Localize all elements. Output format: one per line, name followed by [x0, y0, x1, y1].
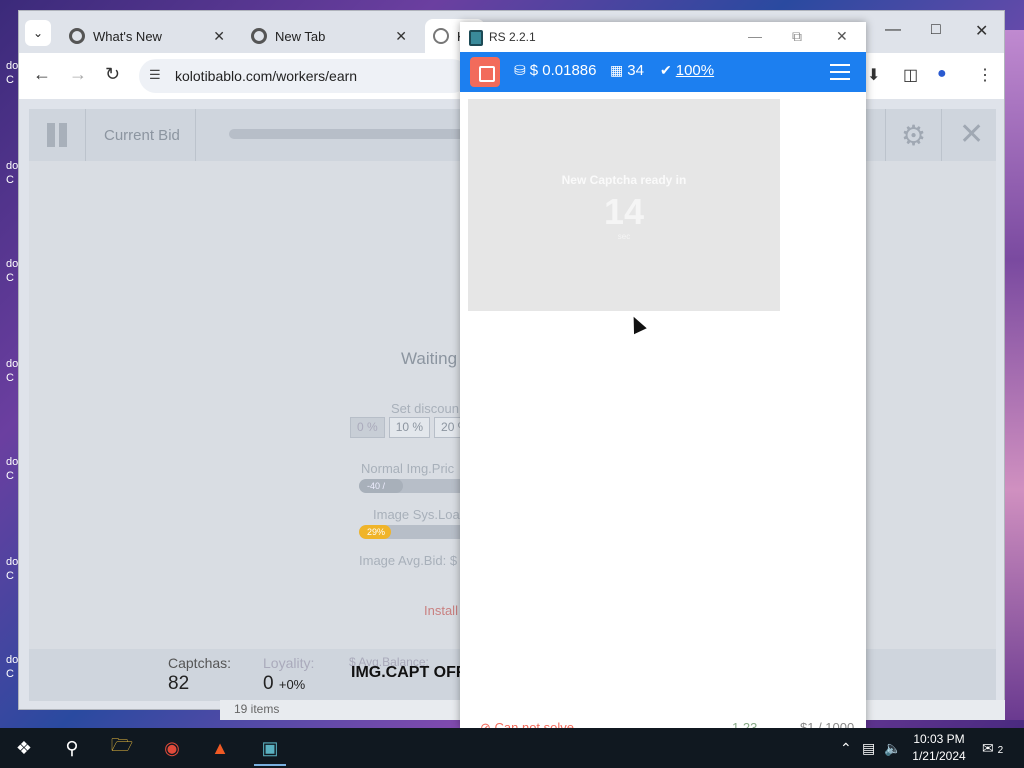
chevron-down-icon: ⌄	[32, 26, 44, 40]
more-menu-icon[interactable]: ⋮	[977, 65, 993, 85]
taskbar: ❖ ⚲ 🗁 ◉ ▲ ▣ ⌃ ▤ 🔈 10:03 PM 1/21/2024 ✉ 2	[0, 728, 1024, 768]
set-discount-label: Set discoun	[391, 401, 459, 416]
captcha-ready-title: New Captcha ready in	[561, 173, 687, 187]
close-tab-icon[interactable]: ✕	[213, 28, 225, 45]
network-icon[interactable]: ▤	[862, 740, 875, 757]
tab-whats-new[interactable]: What's New ✕	[61, 19, 233, 53]
sys-load-label: Image Sys.Loa	[373, 507, 460, 522]
sys-load-bar: 29%	[359, 525, 469, 539]
loyality-value: 0 +0%	[263, 673, 305, 695]
loyality-number: 0	[263, 673, 274, 694]
discount-options: 0 % 10 % 20 %	[350, 417, 476, 438]
maximize-icon[interactable]: □	[931, 21, 941, 39]
forward-arrow-icon[interactable]: →	[69, 64, 87, 85]
install-link[interactable]: Install	[424, 603, 458, 618]
discount-option[interactable]: 0 %	[350, 417, 385, 438]
clock[interactable]: 10:03 PM 1/21/2024	[910, 731, 968, 765]
loyality-delta: +0%	[278, 677, 306, 692]
file-explorer-icon[interactable]: 🗁	[110, 735, 134, 760]
normal-price-bar: -40 / 10123	[359, 479, 469, 493]
normal-price-fill: -40 / 10123	[359, 479, 403, 493]
discount-option[interactable]: 10 %	[388, 417, 431, 438]
show-hidden-icons-icon[interactable]: ⌃	[840, 740, 852, 757]
notification-icon[interactable]: ✉ 2	[982, 740, 1003, 757]
reload-icon[interactable]: ↻	[105, 64, 120, 85]
hamburger-menu-icon[interactable]	[830, 62, 850, 82]
captchas-label: Captchas:	[168, 655, 232, 671]
profile-icon[interactable]: ●	[937, 65, 947, 83]
chrome-favicon-icon	[251, 28, 267, 44]
check-circle-icon: ✔	[660, 62, 672, 78]
clock-time: 10:03 PM	[913, 732, 965, 746]
current-bid-label: Current Bid	[104, 127, 180, 144]
close-icon[interactable]: ✕	[959, 117, 984, 152]
clock-date: 1/21/2024	[912, 749, 966, 763]
captcha-area[interactable]: New Captcha ready in 14 sec	[468, 99, 780, 311]
url-text: kolotibablo.com/workers/earn	[175, 68, 358, 84]
side-panel-icon[interactable]: ◫	[903, 65, 918, 85]
divider	[885, 109, 886, 161]
minimize-icon[interactable]: —	[748, 28, 762, 44]
accuracy-value[interactable]: 100%	[676, 62, 714, 79]
gear-icon[interactable]: ⚙	[901, 119, 926, 152]
avg-bid-label: Image Avg.Bid: $	[359, 553, 458, 568]
stop-button[interactable]	[470, 57, 500, 87]
captcha-countdown: 14	[603, 191, 645, 232]
rs-app-icon[interactable]: ▣	[254, 736, 286, 766]
volume-muted-icon[interactable]: 🔈	[884, 740, 901, 757]
restore-icon[interactable]: ⧉	[792, 28, 802, 45]
images-value: 34	[627, 62, 644, 79]
search-icon[interactable]: ⚲	[60, 736, 84, 760]
divider	[941, 109, 942, 161]
pause-icon[interactable]	[45, 123, 69, 147]
captcha-countdown-unit: sec	[617, 232, 631, 241]
rs-app-icon	[469, 30, 483, 46]
tab-label: New Tab	[275, 28, 326, 44]
tab-label: What's New	[93, 28, 162, 44]
back-arrow-icon[interactable]: ←	[33, 64, 51, 85]
tab-search-button[interactable]: ⌄	[25, 20, 51, 46]
chrome-icon[interactable]: ◉	[160, 736, 184, 760]
captchas-value: 82	[168, 673, 190, 694]
download-icon[interactable]: ⬇	[867, 65, 880, 85]
rs-window-title: RS 2.2.1	[489, 30, 536, 44]
tab-new-tab[interactable]: New Tab ✕	[243, 19, 415, 53]
divider	[85, 109, 86, 161]
divider	[195, 109, 196, 161]
brave-icon[interactable]: ▲	[208, 736, 232, 760]
image-icon: ▦	[610, 62, 624, 78]
rs-window: RS 2.2.1 — ⧉ ✕ ⛁ $ 0.01886 ▦ 34 ✔ 100% N…	[460, 22, 866, 735]
normal-price-label: Normal Img.Pric	[361, 461, 455, 476]
close-tab-icon[interactable]: ✕	[395, 28, 407, 45]
bid-slider[interactable]	[229, 129, 469, 139]
site-info-icon[interactable]: ☰	[149, 67, 161, 83]
address-bar[interactable]: ☰ kolotibablo.com/workers/earn	[139, 59, 469, 93]
balance-value: $ 0.01886	[529, 62, 597, 79]
notification-count: 2	[997, 745, 1004, 756]
windows-start-icon[interactable]: ❖	[12, 736, 36, 760]
close-window-icon[interactable]: ✕	[836, 28, 848, 45]
rs-title-bar: RS 2.2.1 — ⧉ ✕	[460, 22, 866, 52]
images-stat: ▦ 34	[610, 62, 644, 79]
chrome-favicon-icon	[69, 28, 85, 44]
minimize-icon[interactable]: —	[885, 21, 901, 39]
close-window-icon[interactable]: ✕	[975, 21, 988, 41]
sys-load-fill: 29%	[359, 525, 391, 539]
kolotibablo-favicon-icon	[433, 28, 449, 44]
waiting-text: Waiting	[401, 349, 458, 368]
rs-status-bar: ⛁ $ 0.01886 ▦ 34 ✔ 100%	[460, 52, 866, 92]
balance-stat: ⛁ $ 0.01886	[514, 62, 596, 79]
img-capt-mode-text: IMG.CAPT OFF	[351, 664, 466, 681]
coins-icon: ⛁	[514, 62, 526, 78]
desktop-wallpaper-strip	[1002, 30, 1024, 720]
accuracy-stat[interactable]: ✔ 100%	[660, 62, 714, 79]
loyality-label: Loyality:	[263, 655, 315, 671]
